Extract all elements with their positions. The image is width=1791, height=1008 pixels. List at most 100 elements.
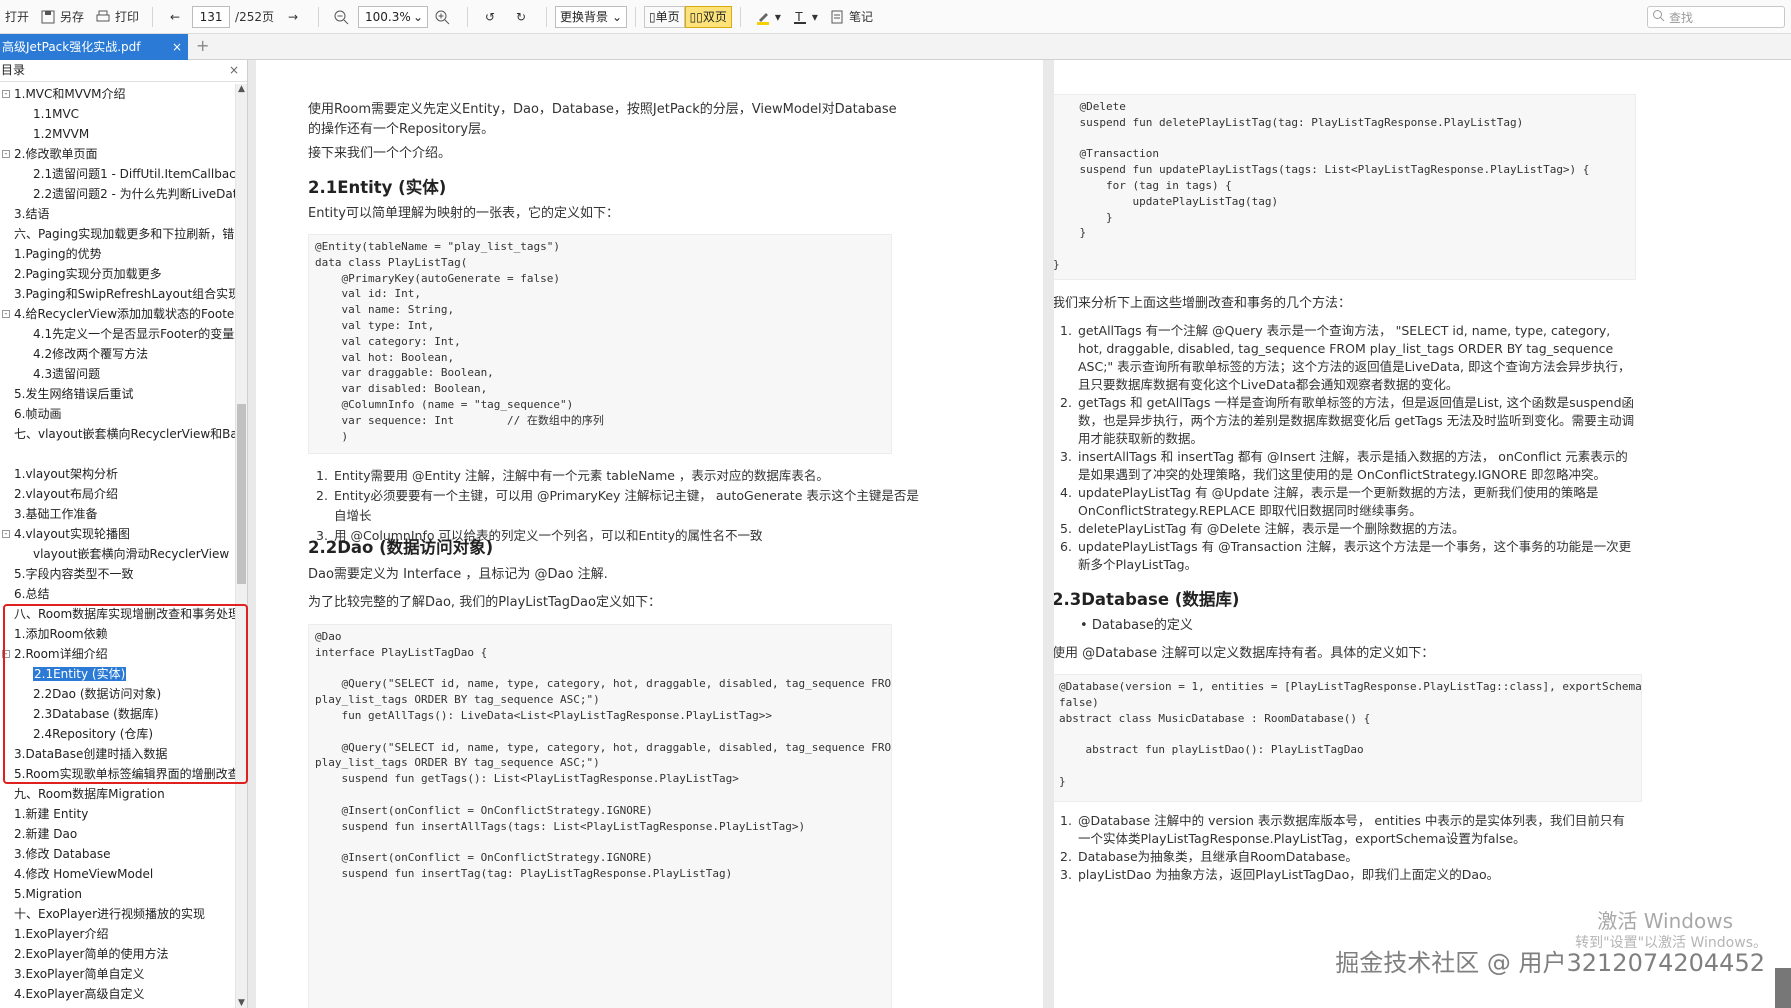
toc-item-label: 3.Paging和SwipRefreshLayout组合实现 (14, 287, 236, 301)
toc-item[interactable]: 6.总结 (0, 584, 236, 604)
toc-item[interactable]: -4.vlayout实现轮播图 (0, 524, 236, 544)
toc-item[interactable]: 1.Paging的优势 (0, 244, 236, 264)
toc-item-label: 4.3遗留问题 (33, 367, 101, 381)
toc-item[interactable]: 3.基础工作准备 (0, 504, 236, 524)
toc-item[interactable]: 2.1遗留问题1 - DiffUtil.ItemCallback (0, 164, 236, 184)
page-number-input[interactable]: 131 (192, 5, 231, 28)
chevron-up-icon[interactable]: ▲ (238, 84, 245, 94)
next-page-button[interactable]: → (279, 4, 310, 30)
entity-code-block: @Entity(tableName = "play_list_tags") da… (308, 234, 892, 454)
list-item: 3. playListDao 为抽象方法，返回PlayListTagDao，即我们… (1060, 867, 1500, 882)
list-item: 4. updatePlayListTag 有 @Update 注解，表示是一个更新… (1060, 485, 1599, 518)
toc-item[interactable]: 1.新建 Entity (0, 804, 236, 824)
print-button[interactable]: 打印 (89, 4, 144, 30)
save-as-button[interactable]: 另存 (34, 4, 89, 30)
toc-item[interactable]: -4.给RecyclerView添加加载状态的Footer (0, 304, 236, 324)
toc-item[interactable]: 2.Paging实现分页加载更多 (0, 264, 236, 284)
divider (467, 6, 468, 27)
dao-code-block: @Dao interface PlayListTagDao { @Query("… (308, 624, 892, 1008)
toc-item[interactable]: 2.新建 Dao (0, 824, 236, 844)
toc-item[interactable]: 2.vlayout布局介绍 (0, 484, 236, 504)
background-select[interactable]: 更换背景 ⌄ (555, 5, 628, 28)
toc-item-label: 5.字段内容类型不一致 (14, 567, 134, 581)
toc-item[interactable]: 4.ExoPlayer高级自定义 (0, 984, 236, 1004)
rotate-left-button[interactable]: ↺ (476, 4, 507, 30)
heading-database: 2.3Database (数据库) (1054, 590, 1240, 609)
toc-item[interactable]: 6.帧动画 (0, 404, 236, 424)
rotate-right-button[interactable]: ↻ (507, 4, 538, 30)
corner-widget[interactable] (1775, 968, 1791, 1008)
toc-item[interactable]: -2.修改歌单页面 (0, 144, 236, 164)
document-viewer[interactable]: 使用Room需要定义先定义Entity，Dao，Database，按照JetPa… (248, 60, 1791, 1008)
chevron-down-icon: ⌄ (412, 9, 423, 24)
document-tab[interactable]: 高级JetPack强化实战.pdf × (0, 34, 188, 60)
toc-item[interactable]: 4.2修改两个覆写方法 (0, 344, 236, 364)
collapse-icon[interactable]: - (2, 530, 10, 538)
toc-item[interactable]: 九、Room数据库Migration (0, 784, 236, 804)
zoom-in-button[interactable] (428, 4, 459, 30)
toc-item[interactable]: 4.3遗留问题 (0, 364, 236, 384)
notes-button[interactable]: 笔记 (823, 4, 878, 30)
toc-item-label: 2.修改歌单页面 (14, 147, 98, 161)
analysis-intro: 我们来分析下上面这些增删改查和事务的几个方法： (1054, 296, 1352, 311)
intro-paragraph-2: 接下来我们一个个介绍。 (308, 146, 452, 161)
toc-item[interactable]: -1.MVC和MVVM介绍 (0, 84, 236, 104)
rotate-left-icon: ↺ (484, 9, 496, 24)
collapse-icon[interactable]: - (2, 150, 10, 158)
heading-dao: 2.2Dao (数据访问对象) (308, 538, 494, 557)
notes-label: 笔记 (848, 10, 873, 24)
double-page-toggle[interactable]: ▯▯ 双页 (684, 5, 732, 28)
zoom-select[interactable]: 100.3% ⌄ (358, 5, 428, 28)
toc-sidebar: 目录 × -1.MVC和MVVM介绍 1.1MVC 1.2MVVM -2.修改歌单页面… (0, 60, 248, 1008)
search-input[interactable]: 查找 (1647, 6, 1785, 28)
chevron-down-icon[interactable]: ▼ (238, 998, 245, 1008)
add-tab-button[interactable]: + (196, 36, 209, 55)
toc-item[interactable]: 2.ExoPlayer简单的使用方法 (0, 944, 236, 964)
toc-item[interactable]: 六、Paging实现加载更多和下拉刷新，错 (0, 224, 236, 244)
toc-item-label: 6.帧动画 (14, 407, 62, 421)
database-list: 1. @Database 注解中的 version 表示数据库版本号， entit… (1054, 812, 1636, 884)
toc-item[interactable]: 4.1先定义一个是否显示Footer的变量 (0, 324, 236, 344)
toc-item[interactable]: 5.Migration (0, 884, 236, 904)
toc-item[interactable] (0, 444, 236, 464)
toc-item[interactable]: 1.vlayout架构分析 (0, 464, 236, 484)
toc-item[interactable]: 4.修改 HomeViewModel (0, 864, 236, 884)
toc-item[interactable]: 七、vlayout嵌套横向RecyclerView和Bar (0, 424, 236, 444)
single-page-toggle[interactable]: ▯ 单页 (644, 5, 685, 28)
zoom-out-button[interactable] (327, 4, 358, 30)
database-description: 使用 @Database 注解可以定义数据库持有者。具体的定义如下： (1054, 646, 1435, 661)
toc-item[interactable]: 5.字段内容类型不一致 (0, 564, 236, 584)
background-label: 更换背景 (560, 9, 609, 24)
toc-item[interactable]: 3.Paging和SwipRefreshLayout组合实现 (0, 284, 236, 304)
scroll-thumb[interactable] (237, 404, 246, 584)
toc-item-label: 十、ExoPlayer进行视频播放的实现 (14, 907, 205, 921)
toc-item[interactable]: 5.发生网络错误后重试 (0, 384, 236, 404)
highlight-button[interactable]: ▾ (749, 4, 786, 30)
toc-item[interactable]: 2.2遗留问题2 - 为什么先判断LiveDat (0, 184, 236, 204)
toc-item[interactable]: 1.1MVC (0, 104, 236, 124)
zoom-value: 100.3% (365, 9, 411, 24)
toc-item[interactable]: 1.2MVVM (0, 124, 236, 144)
toc-scrollbar[interactable]: ▲ ▼ (235, 84, 247, 1008)
toc-item[interactable]: 十、ExoPlayer进行视频播放的实现 (0, 904, 236, 924)
save-icon (39, 8, 57, 26)
toc-item-label: 4.给RecyclerView添加加载状态的Footer (14, 307, 236, 321)
prev-page-button[interactable]: ← (161, 4, 192, 30)
toc-item-label: 5.Migration (14, 887, 83, 901)
open-button[interactable]: 打开 (0, 4, 34, 30)
main-toolbar: 打开 另存 打印 ← 131 /252页 → 100.3% ⌄ ↺ ↻ 更换背景 ⌄… (0, 0, 1791, 34)
toc-title: 目录 (1, 63, 26, 77)
collapse-icon[interactable]: - (2, 310, 10, 318)
toc-item[interactable]: 3.结语 (0, 204, 236, 224)
toc-item[interactable]: 1.ExoPlayer介绍 (0, 924, 236, 944)
collapse-icon[interactable]: - (2, 90, 10, 98)
toc-item[interactable]: 3.修改 Database (0, 844, 236, 864)
toc-item[interactable]: 3.ExoPlayer简单自定义 (0, 964, 236, 984)
print-icon (94, 8, 112, 26)
close-icon[interactable]: × (229, 60, 239, 81)
page-total: /252页 (235, 10, 274, 24)
list-item: 3. insertAllTags 和 insertTag 都有 @Insert 注… (1060, 449, 1628, 482)
close-icon[interactable]: × (172, 34, 182, 60)
text-color-button[interactable]: T ▾ (786, 4, 823, 30)
toc-item[interactable]: vlayout嵌套横向滑动RecyclerView (0, 544, 236, 564)
